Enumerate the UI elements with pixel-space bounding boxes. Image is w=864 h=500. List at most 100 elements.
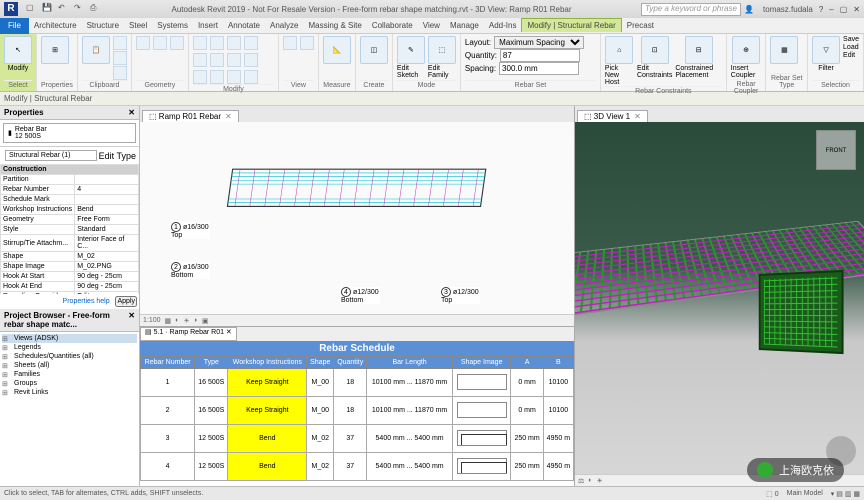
edit-constraints-icon[interactable]: ⊡ (641, 36, 669, 64)
property-row[interactable]: StyleStandard (1, 225, 139, 235)
filter-icon[interactable]: ▽ (812, 36, 840, 64)
section-view[interactable]: 1ø16/300Top 2ø16/300Bottom 4ø12/300Botto… (140, 122, 574, 326)
property-row[interactable]: Rebar Number4 (1, 185, 139, 195)
crop-icon[interactable]: ▣ (202, 317, 209, 325)
apply-button[interactable]: Apply (115, 296, 137, 307)
tab-modify-structural-rebar[interactable]: Modify | Structural Rebar (521, 18, 621, 32)
join-icon[interactable] (170, 36, 184, 50)
help-icon[interactable]: ? (819, 5, 823, 14)
quick-access-toolbar[interactable]: ▢ 💾 ↶ ↷ ⎙ (26, 3, 102, 15)
tab-structure[interactable]: Structure (82, 19, 124, 32)
properties-icon[interactable]: ⊞ (41, 36, 69, 64)
shadow-icon[interactable]: ◗ (194, 317, 198, 324)
load-sel[interactable]: Load (843, 44, 859, 51)
delete-icon[interactable] (244, 70, 258, 84)
tab-view[interactable]: View (418, 19, 445, 32)
sun-3d-icon[interactable]: ☀ (597, 477, 603, 485)
property-row[interactable]: Hook At Start90 deg - 25cm (1, 272, 139, 282)
visual-style-3d-icon[interactable]: ◐ (588, 477, 592, 484)
tab-precast[interactable]: Precast (622, 19, 659, 32)
close-browser-icon[interactable]: ✕ (128, 311, 135, 329)
rotate-icon[interactable] (210, 53, 224, 67)
project-browser[interactable]: Views (ADSK)LegendsSchedules/Quantities … (0, 332, 139, 486)
schedule-row[interactable]: 116 500SKeep StraightM_001810100 mm ... … (141, 369, 574, 397)
schedule-tab[interactable]: ▤ 5.1 · Ramp Rebar R01 ✕ (140, 327, 237, 341)
trim-icon[interactable] (227, 53, 241, 67)
hide-icon[interactable] (283, 36, 297, 50)
match-icon[interactable] (113, 66, 127, 80)
spacing-input[interactable] (499, 62, 579, 75)
edit-type-button[interactable]: Edit Type (99, 151, 136, 161)
tab-ramp-rebar[interactable]: ⬚ Ramp R01 Rebar✕ (142, 110, 239, 122)
property-row[interactable]: Stirrup/Tie Attachm...Interior Face of C… (1, 235, 139, 252)
tab-architecture[interactable]: Architecture (29, 19, 82, 32)
detail-icon[interactable]: ▦ (165, 317, 172, 325)
move-icon[interactable] (244, 36, 258, 50)
pin-icon[interactable] (227, 70, 241, 84)
scale-3d[interactable]: ⚖ (578, 477, 584, 485)
cope-icon[interactable] (136, 36, 150, 50)
close-tab-icon[interactable]: ✕ (634, 112, 641, 121)
annotation-4[interactable]: 4ø12/300Bottom (340, 287, 380, 304)
property-filter[interactable]: Structural Rebar (1) (5, 150, 97, 161)
property-row[interactable]: GeometryFree Form (1, 215, 139, 225)
maximize-icon[interactable]: ▢ (840, 5, 848, 14)
type-selector[interactable]: ▮Rebar Bar12 500S (0, 120, 139, 147)
layout-select[interactable]: Maximum Spacing (494, 36, 584, 49)
window-controls[interactable]: ? – ▢ ✕ (819, 5, 860, 14)
property-row[interactable]: Partition (1, 175, 139, 185)
close-icon[interactable]: ✕ (853, 5, 860, 14)
mirror-icon[interactable] (227, 36, 241, 50)
align-icon[interactable] (193, 36, 207, 50)
tree-item[interactable]: Views (ADSK) (2, 334, 137, 343)
main-model-selector[interactable]: Main Model (787, 490, 823, 497)
file-menu[interactable]: File (0, 18, 29, 34)
cut-icon[interactable] (113, 36, 127, 50)
annotation-2[interactable]: 2ø16/300Bottom (170, 262, 210, 279)
tab-steel[interactable]: Steel (124, 19, 152, 32)
constrained-placement-icon[interactable]: ⊟ (685, 36, 713, 64)
property-grid[interactable]: ConstructionPartitionRebar Number4Schedu… (0, 164, 139, 294)
rebar-set-type-icon[interactable]: ▦ (770, 36, 798, 64)
schedule-row[interactable]: 312 500SBendM_02375400 mm ... 5400 mm250… (141, 425, 574, 453)
minimize-icon[interactable]: – (829, 5, 833, 14)
copy-icon[interactable] (113, 51, 127, 65)
tree-item[interactable]: Schedules/Quantities (all) (2, 352, 137, 361)
selection-filter-icons[interactable]: ▾ ▤ ▥ ▦ (831, 490, 860, 498)
viewcube[interactable]: FRONT (816, 130, 856, 170)
save-sel[interactable]: Save (843, 36, 859, 43)
workset-indicator[interactable]: ⬚ 0 (766, 490, 778, 498)
cut-geom-icon[interactable] (153, 36, 167, 50)
tab-collaborate[interactable]: Collaborate (367, 19, 418, 32)
search-input[interactable]: Type a keyword or phrase (641, 3, 741, 16)
save-icon[interactable]: 💾 (42, 3, 54, 15)
tab-add-ins[interactable]: Add-Ins (484, 19, 522, 32)
3d-viewport[interactable]: FRONT Perspective ⚖◐☀ (575, 122, 864, 486)
close-tab-icon[interactable]: ✕ (225, 112, 232, 121)
tree-item[interactable]: Groups (2, 379, 137, 388)
sun-icon[interactable]: ☀ (183, 317, 189, 325)
edit-sel[interactable]: Edit (843, 52, 859, 59)
properties-help-link[interactable]: Properties help (63, 298, 110, 305)
tree-item[interactable]: Families (2, 370, 137, 379)
tree-item[interactable]: Legends (2, 343, 137, 352)
pick-host-icon[interactable]: ⌂ (605, 36, 633, 64)
visual-style-icon[interactable]: ◐ (175, 317, 179, 324)
tab-manage[interactable]: Manage (445, 19, 484, 32)
close-properties-icon[interactable]: ✕ (128, 108, 135, 117)
edit-sketch-icon[interactable]: ✎ (397, 36, 425, 64)
tab-3d-view[interactable]: ⬚ 3D View 1✕ (577, 110, 648, 122)
tab-systems[interactable]: Systems (152, 19, 193, 32)
property-row[interactable]: Workshop InstructionsBend (1, 205, 139, 215)
schedule-row[interactable]: 216 500SKeep StraightM_001810100 mm ... … (141, 397, 574, 425)
property-row[interactable]: ShapeM_02 (1, 252, 139, 262)
create-icon[interactable]: ◫ (360, 36, 388, 64)
schedule-view[interactable]: Rebar Schedule Rebar NumberTypeWorkshop … (140, 341, 574, 486)
tab-analyze[interactable]: Analyze (265, 19, 303, 32)
override-icon[interactable] (300, 36, 314, 50)
tab-insert[interactable]: Insert (193, 19, 223, 32)
edit-family-icon[interactable]: ⬚ (428, 36, 456, 64)
tree-item[interactable]: Sheets (all) (2, 361, 137, 370)
tab-massing-site[interactable]: Massing & Site (303, 19, 366, 32)
property-row[interactable]: Shape ImageM_02.PNG (1, 262, 139, 272)
